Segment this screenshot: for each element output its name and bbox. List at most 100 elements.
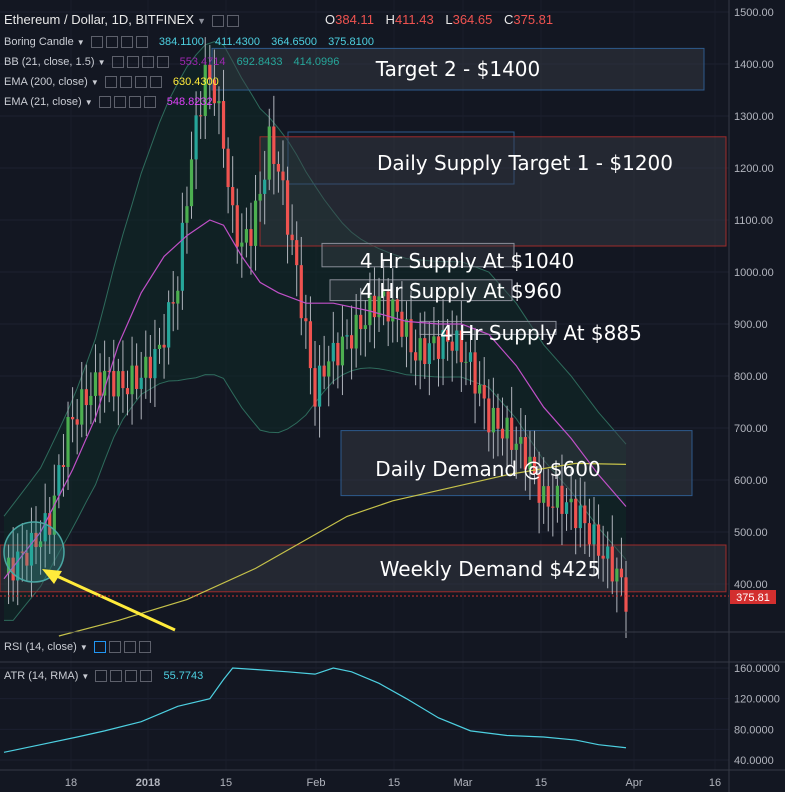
- add-icon[interactable]: [128, 96, 141, 109]
- candle-body: [336, 342, 340, 366]
- candle-body: [514, 443, 518, 450]
- candle-body: [84, 389, 88, 406]
- candle-body: [578, 505, 582, 529]
- indicator-atr[interactable]: ATR (14, RMA) ▼ 55.7743: [4, 670, 204, 683]
- settings-icon[interactable]: [212, 15, 225, 28]
- eye-icon[interactable]: [104, 76, 117, 89]
- close-icon[interactable]: [138, 641, 151, 654]
- time-tick-label: 15: [535, 777, 547, 789]
- symbol-title[interactable]: Ethereum / Dollar, 1D, BITFINEX: [4, 12, 194, 27]
- candle-body: [203, 64, 207, 116]
- candle-body: [414, 352, 418, 361]
- candle-body: [167, 302, 171, 348]
- time-tick-label: Feb: [307, 777, 326, 789]
- indicator-rsi[interactable]: RSI (14, close) ▼: [4, 641, 151, 654]
- settings-icon[interactable]: [110, 670, 123, 683]
- add-icon[interactable]: [120, 36, 133, 49]
- settings-icon[interactable]: [119, 76, 132, 89]
- candle-body: [546, 486, 550, 507]
- add-icon[interactable]: [125, 670, 138, 683]
- add-icon[interactable]: [141, 56, 154, 69]
- close-icon[interactable]: [156, 56, 169, 69]
- eye-icon[interactable]: [95, 670, 108, 683]
- candle-body: [510, 417, 514, 450]
- add-icon[interactable]: [123, 641, 136, 654]
- close-icon[interactable]: [143, 96, 156, 109]
- candle-body: [468, 352, 473, 362]
- eye-icon[interactable]: [90, 36, 103, 49]
- chevron-down-icon[interactable]: ▼: [77, 38, 85, 47]
- time-tick-label: Mar: [454, 777, 473, 789]
- chevron-down-icon[interactable]: ▼: [81, 672, 89, 681]
- candle-body: [139, 377, 143, 389]
- eye-icon[interactable]: [98, 96, 111, 109]
- candle-body: [587, 523, 592, 545]
- compare-icon[interactable]: [227, 15, 240, 28]
- candle-body: [263, 179, 267, 194]
- last-price-label: 375.81: [736, 592, 770, 604]
- candle-body: [423, 338, 427, 364]
- ohlc-open: 384.11: [335, 12, 374, 27]
- chevron-down-icon[interactable]: ▼: [197, 16, 206, 26]
- candle-body: [235, 205, 239, 247]
- candle-body: [564, 502, 569, 514]
- chevron-down-icon[interactable]: ▼: [80, 643, 88, 652]
- candle-body: [592, 524, 596, 545]
- indicator-ema21[interactable]: EMA (21, close) ▼ 548.8232: [4, 96, 213, 109]
- candle-body: [162, 344, 166, 348]
- time-tick-label: 15: [220, 777, 232, 789]
- candle-body: [153, 348, 157, 379]
- candle-body: [542, 486, 546, 503]
- settings-icon[interactable]: [108, 641, 121, 654]
- candle-body: [317, 365, 322, 407]
- ohlc-close: 375.81: [513, 12, 554, 27]
- settings-icon[interactable]: [113, 96, 126, 109]
- candle-body: [221, 101, 226, 149]
- candle-body: [189, 159, 194, 207]
- eye-icon[interactable]: [93, 641, 106, 654]
- close-icon[interactable]: [149, 76, 162, 89]
- zone-label: Daily Demand @ $600: [375, 457, 600, 481]
- chevron-down-icon[interactable]: ▼: [98, 58, 106, 67]
- indicator-value: 364.6500: [271, 36, 317, 48]
- settings-icon[interactable]: [126, 56, 139, 69]
- candle-body: [304, 318, 308, 322]
- indicator-bb[interactable]: BB (21, close, 1.5) ▼ 553.4714 692.8433 …: [4, 56, 340, 69]
- zone-label: 4 Hr Supply At $960: [360, 279, 562, 303]
- price-tick-label: 400.00: [734, 579, 768, 591]
- candle-body: [148, 356, 152, 379]
- candle-body: [478, 384, 482, 394]
- indicator-value: 414.0996: [293, 56, 340, 68]
- indicator-value: 548.8232: [166, 96, 213, 108]
- ohlc-open-label: O: [325, 12, 336, 27]
- eye-icon[interactable]: [111, 56, 124, 69]
- candle-body: [295, 240, 299, 266]
- chevron-down-icon[interactable]: ▼: [85, 98, 93, 107]
- candle-body: [345, 335, 349, 337]
- price-tick-label: 900.00: [734, 319, 768, 331]
- candle-body: [340, 336, 345, 366]
- price-tick-label: 1300.00: [734, 111, 774, 123]
- candle-body: [93, 372, 98, 396]
- indicator-value: 55.7743: [163, 670, 204, 682]
- indicator-value: 553.4714: [179, 56, 226, 68]
- atr-tick-label: 80.0000: [734, 724, 774, 736]
- add-icon[interactable]: [134, 76, 147, 89]
- time-tick-label: 2018: [136, 777, 160, 789]
- candle-body: [505, 417, 509, 439]
- candle-body: [98, 372, 102, 396]
- indicator-name: EMA (21, close): [4, 96, 82, 108]
- chevron-down-icon[interactable]: ▼: [91, 78, 99, 87]
- candle-body: [199, 115, 203, 117]
- candle-body: [615, 568, 619, 582]
- indicator-ema200[interactable]: EMA (200, close) ▼ 630.4300: [4, 76, 219, 89]
- indicator-boring-candle[interactable]: Boring Candle ▼ 384.1100 411.4300 364.65…: [4, 36, 374, 49]
- candle-body: [61, 465, 66, 467]
- candle-body: [116, 371, 120, 397]
- settings-icon[interactable]: [105, 36, 118, 49]
- close-icon[interactable]: [135, 36, 148, 49]
- candle-body: [121, 371, 125, 389]
- close-icon[interactable]: [140, 670, 153, 683]
- candle-body: [89, 395, 93, 406]
- candle-body: [281, 171, 285, 181]
